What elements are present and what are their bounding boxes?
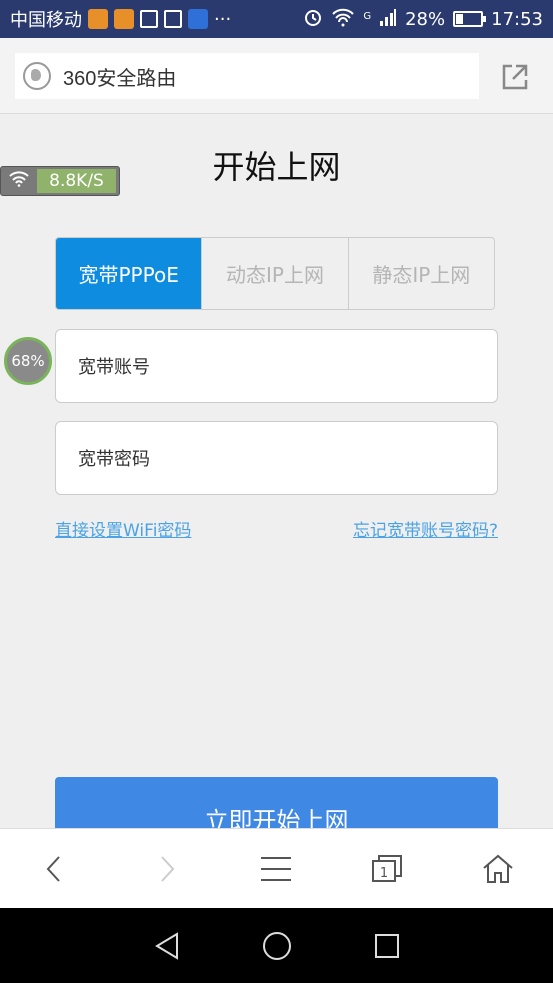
forward-button[interactable]: [136, 839, 196, 899]
chevron-left-icon: [46, 855, 61, 882]
account-placeholder: 宽带账号: [78, 357, 150, 378]
password-field[interactable]: 宽带密码: [55, 421, 498, 495]
wifi-notification-icon: [188, 9, 208, 29]
tabs-icon: 1: [372, 854, 403, 882]
chevron-right-icon: [161, 855, 175, 882]
menu-button[interactable]: [246, 839, 306, 899]
more-notifications-icon: ···: [214, 8, 232, 30]
alarm-icon: [303, 7, 323, 32]
status-bar: 中国移动 ··· G 28% 17:53: [0, 0, 553, 38]
account-field[interactable]: 宽带账号: [55, 329, 498, 403]
battery-fill: [456, 14, 463, 24]
back-triangle-icon[interactable]: [153, 931, 181, 960]
memory-percent-widget[interactable]: 68%: [4, 337, 52, 385]
battery-percent: 28%: [405, 8, 446, 30]
url-field[interactable]: 360安全路由: [15, 53, 479, 99]
battery-icon: [453, 11, 487, 27]
image-notification-icon: [164, 10, 182, 28]
speed-widget[interactable]: 8.8K/S: [0, 166, 120, 196]
tab-dynamic-ip[interactable]: 动态IP上网: [201, 238, 348, 309]
tab-static-ip[interactable]: 静态IP上网: [347, 238, 494, 309]
browser-toolbar: 1: [0, 828, 553, 908]
tabs-count: 1: [380, 866, 388, 881]
password-placeholder: 宽带密码: [78, 449, 150, 470]
home-button[interactable]: [468, 839, 528, 899]
wifi-icon: [1, 171, 37, 191]
recents-square-icon[interactable]: [373, 932, 401, 960]
battery-warning-notification-icon: [140, 10, 158, 28]
speed-text: 8.8K/S: [37, 169, 116, 193]
url-text: 360安全路由: [63, 67, 177, 90]
share-icon[interactable]: [500, 62, 530, 92]
network-type-label: G: [363, 10, 372, 22]
forgot-account-link[interactable]: 忘记宽带账号密码?: [353, 516, 498, 541]
carrier-label: 中国移动: [10, 10, 82, 31]
page-content: 开始上网 8.8K/S 宽带PPPoE 动态IP上网 静态IP上网 宽带账号 6…: [0, 114, 553, 839]
set-wifi-password-link[interactable]: 直接设置WiFi密码: [55, 516, 191, 541]
connection-type-tabs: 宽带PPPoE 动态IP上网 静态IP上网: [55, 237, 495, 310]
tabs-button[interactable]: 1: [357, 839, 417, 899]
menu-icon: [261, 856, 292, 881]
message-notification-icon-2: [114, 9, 134, 29]
home-icon: [483, 854, 513, 883]
clock: 17:53: [491, 8, 543, 30]
home-circle-icon[interactable]: [261, 930, 293, 962]
address-bar: 360安全路由: [0, 38, 553, 114]
system-nav-bar: [0, 908, 553, 983]
cell-signal-icon: [379, 7, 397, 32]
globe-icon: [23, 62, 51, 90]
message-notification-icon: [88, 9, 108, 29]
tab-pppoe[interactable]: 宽带PPPoE: [56, 238, 202, 309]
wifi-signal-icon: [331, 7, 355, 32]
back-button[interactable]: [25, 839, 85, 899]
